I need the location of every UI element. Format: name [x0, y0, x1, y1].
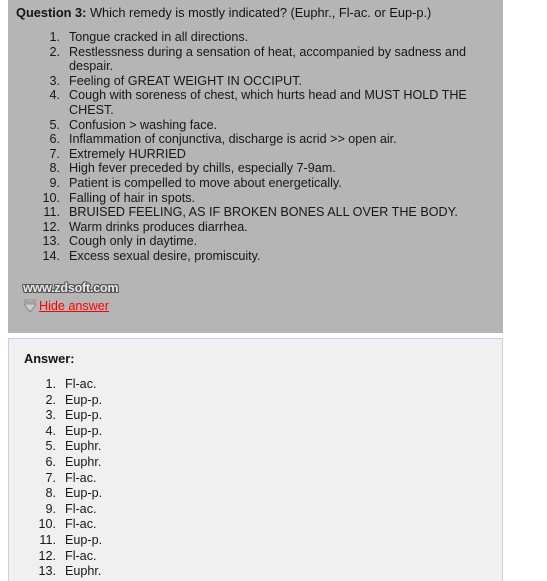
answer-item-number: 1. — [45, 377, 56, 391]
symptom-item-number: 5. — [49, 117, 60, 132]
answer-item-text: Eup-p. — [65, 392, 103, 407]
symptom-item: 8. High fever preceded by chills, especia… — [8, 161, 495, 176]
symptom-item: 9. Patient is compelled to move about ene… — [8, 176, 495, 191]
answer-item: 5. Euphr. — [9, 439, 502, 455]
symptom-item: 1. Tongue cracked in all directions. — [8, 30, 495, 45]
answer-item-text: Euphr. — [65, 564, 102, 579]
symptom-item-text: Tongue cracked in all directions. — [69, 30, 249, 44]
question-number-label: Question 3: — [16, 5, 87, 20]
symptom-item-text: Feeling of GREAT WEIGHT IN OCCIPUT. — [69, 73, 303, 88]
symptom-item-text: Cough with soreness of chest, which hurt… — [69, 88, 467, 117]
symptom-item: 11. BRUISED FEELING, AS IF BROKEN BONES A… — [8, 205, 495, 220]
answer-item-number: 12. — [38, 548, 56, 563]
answer-item-number: 2. — [45, 392, 56, 407]
answer-item-text: Eup-p. — [65, 423, 103, 438]
symptom-item: 4. Cough with soreness of chest, which hu… — [8, 88, 495, 117]
hide-answer-toggle[interactable]: Hide answer — [22, 298, 109, 314]
answer-item: 7. Fl-ac. — [9, 471, 502, 487]
answer-item-text: Euphr. — [65, 439, 102, 454]
answer-panel: Answer: 1. Fl-ac. 2. Eup-p. 3. Eup-p. 4. Eup-p.… — [8, 338, 503, 581]
symptom-item-number: 13. — [42, 234, 60, 249]
symptom-item-text: Restlessness during a sensation of heat,… — [69, 44, 466, 74]
answer-item-text: Fl-ac. — [65, 377, 97, 391]
symptom-item: 12. Warm drinks produces diarrhea. — [8, 220, 495, 235]
arrow-down-icon — [23, 299, 37, 313]
answer-item-text: Fl-ac. — [65, 517, 97, 532]
answer-item: 8. Eup-p. — [9, 486, 502, 502]
answer-item-text: Fl-ac. — [65, 548, 97, 563]
answer-item: 13. Euphr. — [9, 564, 502, 580]
answer-item: 9. Fl-ac. — [9, 502, 502, 518]
answer-item-number: 8. — [45, 486, 56, 501]
symptom-item: 7. Extremely HURRIED — [8, 147, 495, 162]
symptom-item-text: Inflammation of conjunctiva, discharge i… — [69, 132, 397, 147]
symptom-item-number: 6. — [49, 132, 60, 147]
symptom-item-text: BRUISED FEELING, AS IF BROKEN BONES ALL … — [69, 205, 458, 220]
answer-item-number: 3. — [45, 408, 56, 423]
symptom-list: 1. Tongue cracked in all directions. 2. Res… — [8, 30, 503, 264]
symptom-item-number: 10. — [42, 190, 60, 205]
symptom-item-text: Patient is compelled to move about energ… — [69, 175, 342, 190]
answer-item-number: 13. — [38, 564, 56, 579]
answer-item-text: Fl-ac. — [65, 501, 97, 516]
symptom-item: 14. Excess sexual desire, promiscuity. — [8, 249, 495, 264]
symptom-item-number: 1. — [49, 30, 60, 44]
answer-item-number: 11. — [39, 532, 56, 547]
symptom-item-number: 12. — [42, 219, 60, 234]
answer-item-number: 10. — [38, 517, 56, 532]
answer-item-number: 9. — [45, 501, 56, 516]
symptom-item-number: 7. — [49, 146, 60, 161]
symptom-item-number: 9. — [49, 175, 60, 190]
symptom-item-text: High fever preceded by chills, especiall… — [69, 161, 336, 176]
symptom-item: 2. Restlessness during a sensation of hea… — [8, 45, 495, 74]
answer-item: 4. Eup-p. — [9, 424, 502, 440]
symptom-item-text: Confusion > washing face. — [69, 117, 218, 132]
question-header: Question 3: Which remedy is mostly indic… — [16, 5, 503, 20]
symptom-item-number: 8. — [49, 161, 60, 176]
answer-list: 1. Fl-ac. 2. Eup-p. 3. Eup-p. 4. Eup-p. 5. Euphr.… — [9, 377, 502, 580]
symptom-item-number: 11. — [43, 205, 60, 220]
answer-item-text: Eup-p. — [65, 532, 103, 547]
answer-item: 10. Fl-ac. — [9, 517, 502, 533]
question-prompt-text: Which remedy is mostly indicated? (Euphr… — [86, 5, 432, 20]
symptom-item: 5. Confusion > washing face. — [8, 118, 495, 133]
symptom-item: 6. Inflammation of conjunctiva, discharge… — [8, 132, 495, 147]
answer-item: 6. Euphr. — [9, 455, 502, 471]
watermark: www.zdsoft.com — [23, 281, 119, 295]
answer-item: 2. Eup-p. — [9, 393, 502, 409]
symptom-item: 10. Falling of hair in spots. — [8, 191, 495, 206]
symptom-item-text: Falling of hair in spots. — [69, 190, 195, 205]
symptom-item-number: 3. — [49, 73, 60, 88]
answer-item: 12. Fl-ac. — [9, 549, 502, 565]
symptom-item-number: 2. — [49, 44, 60, 59]
hide-answer-link[interactable]: Hide answer — [39, 299, 109, 313]
answer-item: 1. Fl-ac. — [9, 377, 502, 393]
answer-item-text: Euphr. — [65, 454, 102, 469]
question-panel: Question 3: Which remedy is mostly indic… — [8, 0, 503, 333]
answer-item-text: Eup-p. — [65, 408, 103, 423]
symptom-item: 13. Cough only in daytime. — [8, 234, 495, 249]
symptom-item-text: Warm drinks produces diarrhea. — [69, 219, 248, 234]
symptom-item-text: Extremely HURRIED — [69, 146, 186, 161]
answer-item-text: Eup-p. — [65, 486, 103, 501]
answer-item-number: 6. — [45, 454, 56, 469]
symptom-item-text: Excess sexual desire, promiscuity. — [69, 248, 261, 263]
symptom-item-number: 4. — [49, 88, 60, 103]
symptom-item-number: 14. — [42, 248, 60, 263]
symptom-item: 3. Feeling of GREAT WEIGHT IN OCCIPUT. — [8, 74, 495, 89]
answer-item-text: Fl-ac. — [65, 470, 97, 485]
answer-item: 11. Eup-p. — [9, 533, 502, 549]
answer-item-number: 7. — [45, 470, 56, 485]
answer-title: Answer: — [24, 351, 75, 366]
answer-item-number: 5. — [45, 439, 56, 454]
symptom-item-text: Cough only in daytime. — [69, 234, 198, 249]
answer-item-number: 4. — [45, 423, 56, 438]
answer-item: 3. Eup-p. — [9, 408, 502, 424]
